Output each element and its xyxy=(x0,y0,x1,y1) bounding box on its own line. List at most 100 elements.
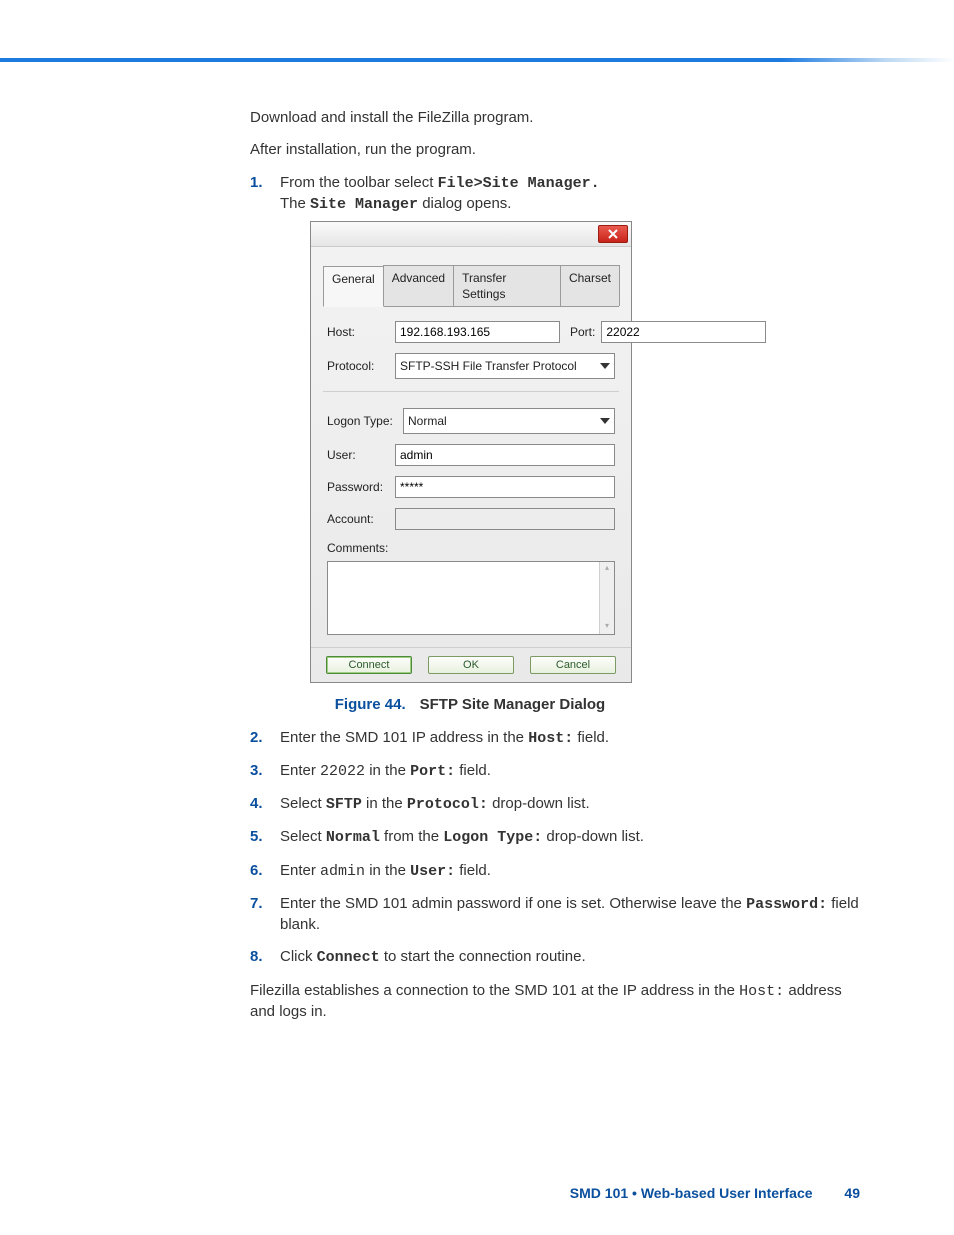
row-password: Password: xyxy=(327,476,615,498)
step-text: Enter the SMD 101 admin password if one … xyxy=(280,895,746,912)
step-text: Enter xyxy=(280,862,320,879)
step-number: 1. xyxy=(250,173,263,193)
dialog-body: General Advanced Transfer Settings Chars… xyxy=(311,247,631,647)
step-text: From the toolbar select xyxy=(280,174,438,191)
protocol-label: Protocol: xyxy=(327,358,395,374)
step-5: 5. Select Normal from the Logon Type: dr… xyxy=(250,827,860,848)
tab-charset[interactable]: Charset xyxy=(560,265,620,306)
steps-list: 1. From the toolbar select File>Site Man… xyxy=(250,173,860,969)
step-number: 6. xyxy=(250,861,263,881)
figure-caption: Figure 44. SFTP Site Manager Dialog xyxy=(310,695,630,715)
step-text: Enter the SMD 101 IP address in the xyxy=(280,729,528,746)
step-text: Click xyxy=(280,948,317,965)
footer-page-number: 49 xyxy=(844,1185,860,1201)
logon-type-label: Logon Type: xyxy=(327,413,403,429)
bold: Site Manager xyxy=(310,196,418,213)
dialog-figure: General Advanced Transfer Settings Chars… xyxy=(310,221,860,683)
mono: Host: xyxy=(739,983,784,1000)
step-text: drop-down list. xyxy=(542,828,644,845)
row-user: User: xyxy=(327,444,615,466)
user-input[interactable] xyxy=(395,444,615,466)
protocol-value: SFTP-SSH File Transfer Protocol xyxy=(400,358,577,374)
step-number: 7. xyxy=(250,894,263,914)
step-number: 5. xyxy=(250,827,263,847)
figure-title: SFTP Site Manager Dialog xyxy=(420,696,606,713)
dialog-form: Host: Port: Protocol: SFTP-SSH File Tran… xyxy=(323,307,619,638)
step-text: Select xyxy=(280,828,326,845)
step-4: 4. Select SFTP in the Protocol: drop-dow… xyxy=(250,794,860,815)
comments-textarea[interactable]: ▴ ▾ xyxy=(327,561,615,635)
footer-section: SMD 101 • Web-based User Interface xyxy=(570,1185,813,1201)
step-text: in the xyxy=(362,795,407,812)
ok-button[interactable]: OK xyxy=(428,656,514,675)
page: Download and install the FileZilla progr… xyxy=(0,0,954,1235)
step-text: dialog opens. xyxy=(418,195,511,212)
scrollbar[interactable]: ▴ ▾ xyxy=(599,562,614,634)
mono: admin xyxy=(320,863,365,880)
row-logon-type: Logon Type: Normal xyxy=(327,408,615,434)
dialog-footer: Connect OK Cancel xyxy=(311,647,631,683)
password-input[interactable] xyxy=(395,476,615,498)
password-label: Password: xyxy=(327,479,395,495)
content-column: Download and install the FileZilla progr… xyxy=(250,108,860,1034)
divider xyxy=(323,391,619,392)
connect-button[interactable]: Connect xyxy=(326,656,412,675)
tab-transfer-settings[interactable]: Transfer Settings xyxy=(453,265,561,306)
row-host: Host: Port: xyxy=(327,321,615,343)
step-text: field. xyxy=(455,862,491,879)
account-label: Account: xyxy=(327,511,395,527)
intro-p1: Download and install the FileZilla progr… xyxy=(250,108,860,128)
step-text: Select xyxy=(280,795,326,812)
tab-advanced[interactable]: Advanced xyxy=(383,265,454,306)
user-label: User: xyxy=(327,447,395,463)
row-protocol: Protocol: SFTP-SSH File Transfer Protoco… xyxy=(327,353,615,379)
code: User: xyxy=(410,863,455,880)
account-input xyxy=(395,508,615,530)
logon-type-select[interactable]: Normal xyxy=(403,408,615,434)
code: Host: xyxy=(528,730,573,747)
step-text: in the xyxy=(365,862,410,879)
mono: 22022 xyxy=(320,763,365,780)
code: File>Site Manager. xyxy=(438,175,600,192)
outro: Filezilla establishes a connection to th… xyxy=(250,981,860,1023)
tab-general[interactable]: General xyxy=(323,266,384,307)
chevron-down-icon xyxy=(600,363,610,369)
step-text: from the xyxy=(380,828,443,845)
step-7: 7. Enter the SMD 101 admin password if o… xyxy=(250,894,860,936)
close-button[interactable] xyxy=(598,225,628,243)
comments-label: Comments: xyxy=(327,540,615,556)
site-manager-dialog: General Advanced Transfer Settings Chars… xyxy=(310,221,632,683)
step-number: 2. xyxy=(250,728,263,748)
step-text: to start the connection routine. xyxy=(380,948,586,965)
step-number: 8. xyxy=(250,947,263,967)
step-2: 2. Enter the SMD 101 IP address in the H… xyxy=(250,728,860,749)
code: Port: xyxy=(410,763,455,780)
header-rule xyxy=(0,58,782,62)
chevron-down-icon xyxy=(600,418,610,424)
scroll-up-icon: ▴ xyxy=(600,562,614,576)
code: Password: xyxy=(746,896,827,913)
step-text: in the xyxy=(365,762,410,779)
host-input[interactable] xyxy=(395,321,560,343)
step-3: 3. Enter 22022 in the Port: field. xyxy=(250,761,860,782)
cancel-button[interactable]: Cancel xyxy=(530,656,616,675)
dialog-tabs: General Advanced Transfer Settings Chars… xyxy=(323,265,619,307)
step-text: drop-down list. xyxy=(488,795,590,812)
step-text: Enter xyxy=(280,762,320,779)
step-text: field. xyxy=(455,762,491,779)
port-input[interactable] xyxy=(601,321,766,343)
row-account: Account: xyxy=(327,508,615,530)
close-icon xyxy=(608,229,618,239)
step-1: 1. From the toolbar select File>Site Man… xyxy=(250,173,860,716)
step-number: 3. xyxy=(250,761,263,781)
header-rule-fade xyxy=(782,58,954,62)
figure-number: Figure 44. xyxy=(335,696,406,713)
step-number: 4. xyxy=(250,794,263,814)
code: SFTP xyxy=(326,796,362,813)
outro-text: Filezilla establishes a connection to th… xyxy=(250,982,739,999)
page-footer: SMD 101 • Web-based User Interface 49 xyxy=(250,1184,860,1203)
protocol-select[interactable]: SFTP-SSH File Transfer Protocol xyxy=(395,353,615,379)
scroll-down-icon: ▾ xyxy=(600,620,614,634)
port-label: Port: xyxy=(570,324,595,340)
step-text: The xyxy=(280,195,310,212)
